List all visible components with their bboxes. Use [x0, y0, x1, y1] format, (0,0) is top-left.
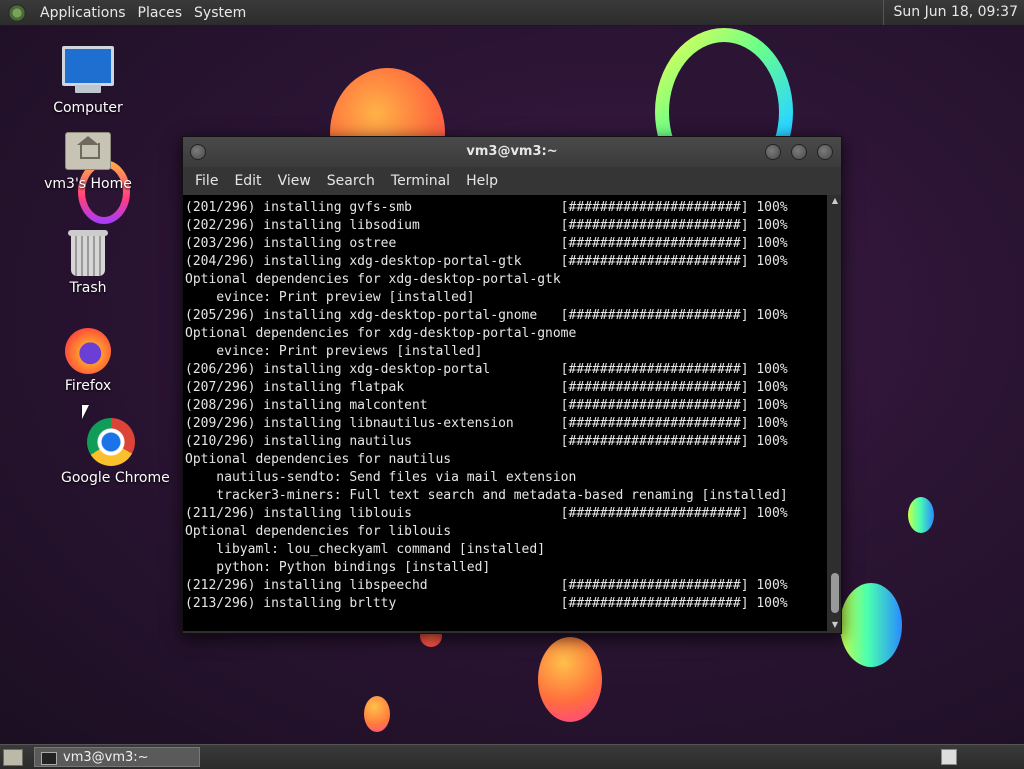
terminal-line: Optional dependencies for liblouis	[185, 524, 452, 539]
desktop-icon-trash[interactable]: Trash	[38, 230, 138, 296]
mouse-cursor-icon	[82, 405, 89, 419]
terminal-line: (212/296) installing libspeechd [#######…	[185, 578, 788, 593]
terminal-menubar: File Edit View Search Terminal Help	[183, 167, 841, 195]
window-title: vm3@vm3:~	[466, 144, 558, 159]
menu-logo-icon[interactable]	[8, 3, 26, 22]
terminal-line: evince: Print previews [installed]	[185, 344, 483, 359]
terminal-output[interactable]: (201/296) installing gvfs-smb [#########…	[183, 195, 827, 631]
top-panel: Applications Places System Sun Jun 18, 0…	[0, 0, 1024, 26]
home-folder-icon	[65, 132, 111, 170]
terminal-line: Optional dependencies for xdg-desktop-po…	[185, 326, 577, 341]
decorative-green-blob	[840, 583, 902, 667]
terminal-line: (203/296) installing ostree [###########…	[185, 236, 788, 251]
workspace-switcher[interactable]	[941, 749, 957, 765]
terminal-scrollbar[interactable]: ▲ ▼	[829, 195, 841, 631]
taskbar-item-terminal[interactable]: vm3@vm3:~	[34, 747, 200, 767]
window-titlebar[interactable]: vm3@vm3:~	[183, 137, 841, 167]
places-menu[interactable]: Places	[132, 5, 189, 21]
menu-search[interactable]: Search	[319, 173, 383, 189]
show-desktop-icon[interactable]	[3, 749, 23, 766]
menu-help[interactable]: Help	[458, 173, 506, 189]
desktop-icon-chrome[interactable]: Google Chrome	[61, 418, 170, 486]
terminal-icon	[41, 752, 57, 765]
desktop-icon-label: Trash	[69, 280, 107, 296]
decorative-orange-blob-bottom	[538, 637, 602, 722]
menu-terminal[interactable]: Terminal	[383, 173, 458, 189]
terminal-line: (202/296) installing libsodium [########…	[185, 218, 788, 233]
terminal-line: evince: Print preview [installed]	[185, 290, 475, 305]
terminal-line: tracker3-miners: Full text search and me…	[185, 488, 788, 503]
minimize-button[interactable]	[765, 144, 781, 160]
maximize-button[interactable]	[791, 144, 807, 160]
applications-menu[interactable]: Applications	[34, 5, 132, 21]
terminal-line: python: Python bindings [installed]	[185, 560, 491, 575]
desktop-icon-firefox[interactable]: Firefox	[38, 328, 138, 394]
trash-icon	[68, 230, 108, 276]
terminal-line: Optional dependencies for xdg-desktop-po…	[185, 272, 561, 287]
computer-icon	[62, 46, 114, 93]
menu-edit[interactable]: Edit	[226, 173, 269, 189]
firefox-icon	[65, 328, 111, 374]
terminal-line: (213/296) installing brltty [###########…	[185, 596, 788, 611]
desktop-icon-label: vm3's Home	[44, 176, 132, 192]
terminal-line: Optional dependencies for nautilus	[185, 452, 452, 467]
terminal-line: nautilus-sendto: Send files via mail ext…	[185, 470, 577, 485]
menu-view[interactable]: View	[270, 173, 319, 189]
desktop-icon-home[interactable]: vm3's Home	[38, 132, 138, 192]
terminal-line: (208/296) installing malcontent [#######…	[185, 398, 788, 413]
terminal-line: libyaml: lou_checkyaml command [installe…	[185, 542, 546, 557]
terminal-line: (210/296) installing nautilus [#########…	[185, 434, 788, 449]
terminal-line: (206/296) installing xdg-desktop-portal …	[185, 362, 788, 377]
close-button[interactable]	[817, 144, 833, 160]
terminal-line: (207/296) installing flatpak [##########…	[185, 380, 788, 395]
terminal-line: (211/296) installing liblouis [#########…	[185, 506, 788, 521]
menu-file[interactable]: File	[187, 173, 226, 189]
terminal-line: (209/296) installing libnautilus-extensi…	[185, 416, 788, 431]
terminal-line: (201/296) installing gvfs-smb [#########…	[185, 200, 788, 215]
clock[interactable]: Sun Jun 18, 09:37	[882, 0, 1018, 25]
desktop-icon-label: Firefox	[64, 378, 112, 394]
terminal-line: (205/296) installing xdg-desktop-portal-…	[185, 308, 788, 323]
decorative-small-green-blob	[908, 497, 934, 533]
scrollbar-thumb[interactable]	[831, 573, 839, 613]
scroll-down-arrow-icon[interactable]: ▼	[829, 619, 841, 631]
terminal-window: vm3@vm3:~ File Edit View Search Terminal…	[182, 136, 842, 634]
desktop-icon-computer[interactable]: Computer	[38, 46, 138, 116]
scroll-up-arrow-icon[interactable]: ▲	[829, 195, 841, 207]
terminal-line: (204/296) installing xdg-desktop-portal-…	[185, 254, 788, 269]
system-menu[interactable]: System	[188, 5, 252, 21]
chrome-icon	[87, 418, 135, 466]
bottom-panel: vm3@vm3:~	[0, 744, 1024, 769]
desktop-icon-label: Computer	[53, 100, 123, 116]
desktop-icon-label: Google Chrome	[61, 470, 170, 486]
taskbar-item-label: vm3@vm3:~	[63, 750, 149, 765]
decorative-small-orange-blob	[364, 696, 390, 732]
